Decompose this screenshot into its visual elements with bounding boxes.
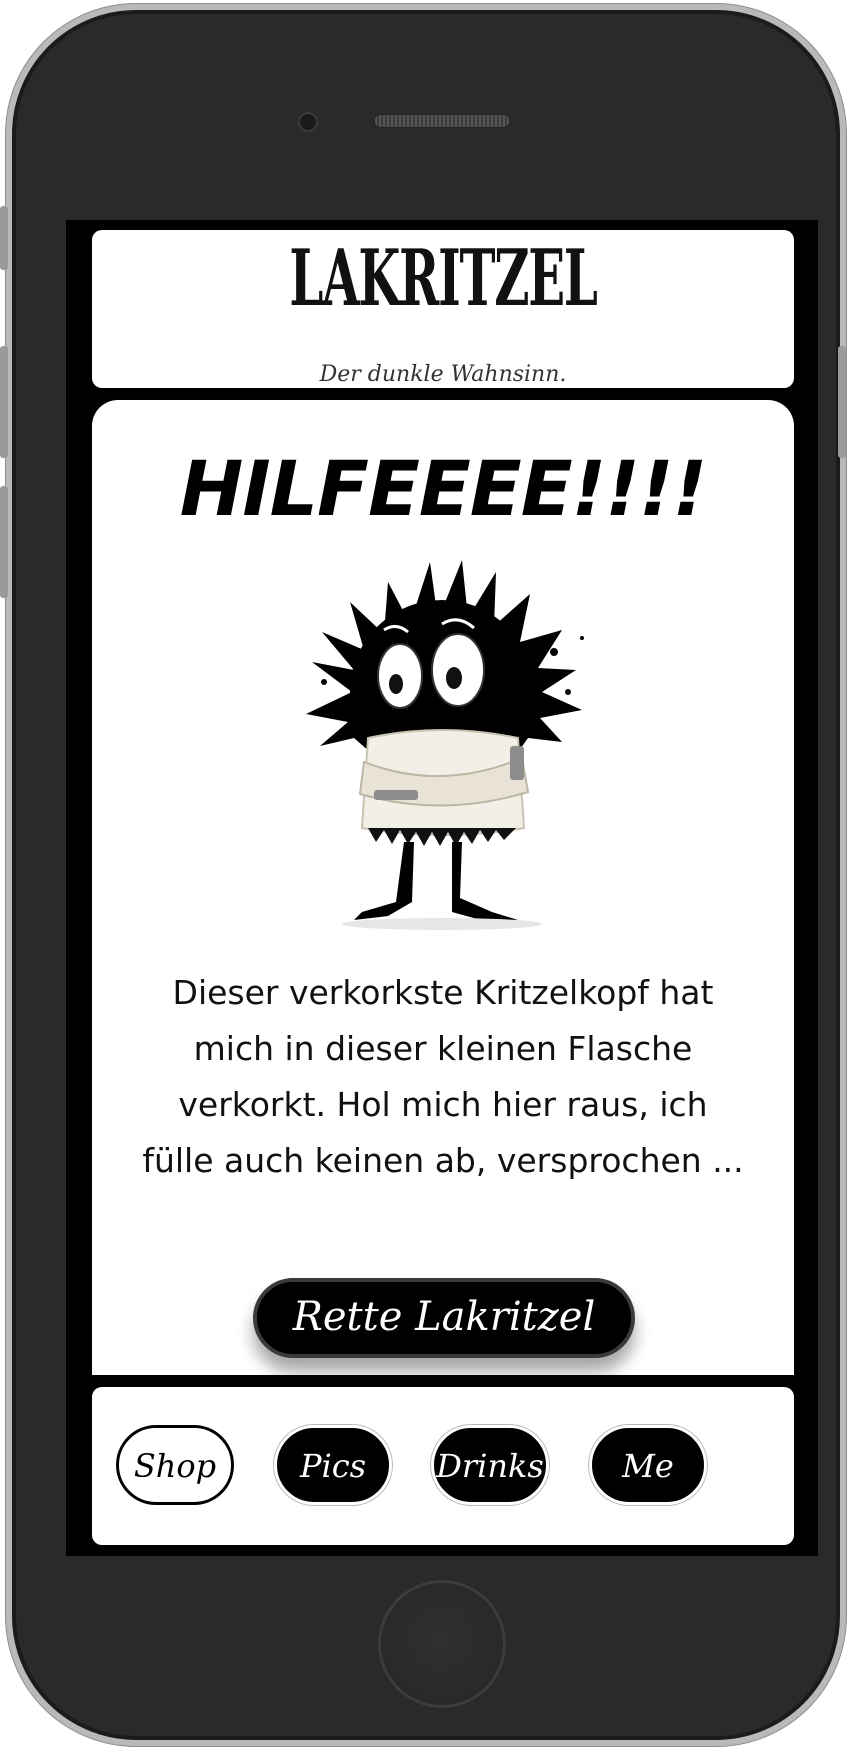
phone-frame: LAKRITZEL Der dunkle Wahnsinn. HILFEEEE!… (0, 4, 846, 1746)
page-background: LAKRITZEL Der dunkle Wahnsinn. HILFEEEE!… (0, 0, 861, 1753)
intro-paragraph: Dieser verkorkste Kritzelkopf hat mich i… (142, 973, 744, 1180)
page-headline: HILFEEEE!!!! (179, 444, 708, 533)
nav-pics-button[interactable]: Pics (274, 1425, 392, 1505)
header-logo-card[interactable]: LAKRITZEL Der dunkle Wahnsinn. (92, 230, 794, 388)
nav-shop-button[interactable]: Shop (116, 1425, 234, 1505)
rescue-button[interactable]: Rette Lakritzel (253, 1278, 635, 1358)
logo-wordmark: LAKRITZEL (289, 233, 598, 324)
home-button[interactable] (378, 1580, 506, 1708)
power-button (838, 346, 846, 458)
nav-drinks-button[interactable]: Drinks (431, 1425, 549, 1505)
front-camera (298, 112, 318, 132)
bottom-navigation: Shop Pics Drinks Me (92, 1387, 794, 1545)
nav-me-button[interactable]: Me (589, 1425, 707, 1505)
logo-tagline: Der dunkle Wahnsinn. (319, 362, 567, 387)
creature-legs (354, 842, 518, 922)
phone-screen: LAKRITZEL Der dunkle Wahnsinn. HILFEEEE!… (66, 220, 818, 1556)
earpiece-speaker (374, 114, 510, 128)
volume-up-button (0, 346, 8, 458)
creature-illustration (306, 560, 584, 930)
volume-down-button (0, 486, 8, 598)
creature-straitjacket (358, 729, 530, 846)
mute-switch (0, 206, 8, 270)
hero-card: HILFEEEE!!!! Dieser verkorkste Kritzelko… (92, 400, 794, 1375)
